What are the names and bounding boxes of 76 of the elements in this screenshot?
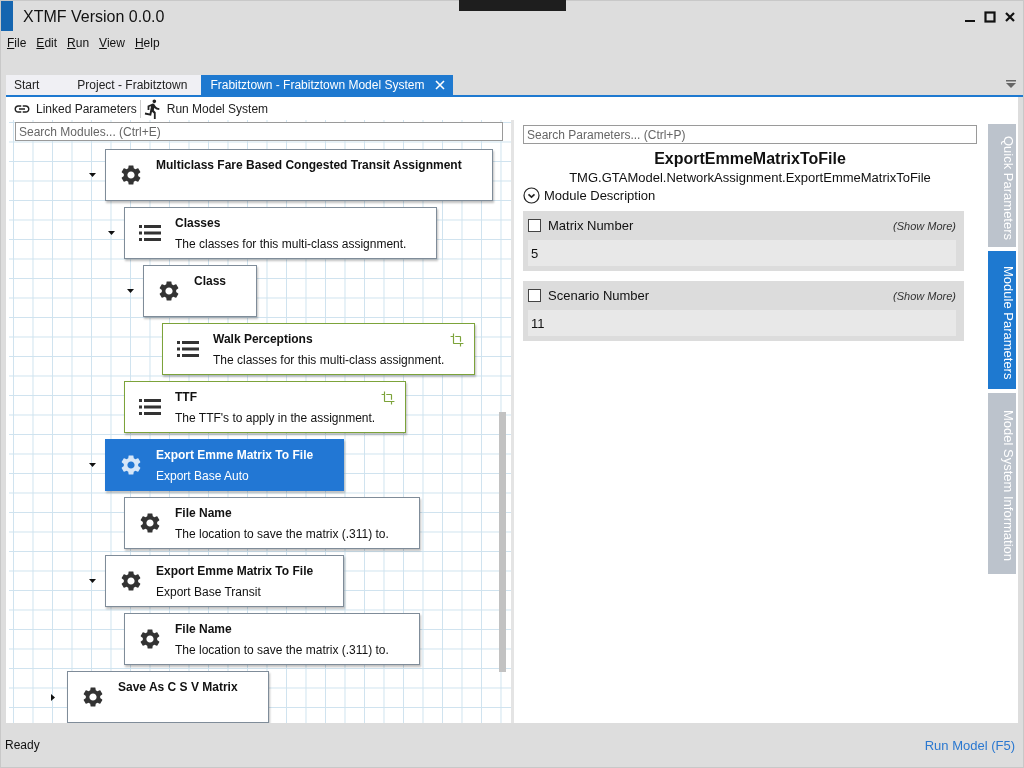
tab[interactable]: Project - Frabitztown xyxy=(69,75,202,95)
module-node[interactable]: Multiclass Fare Based Congested Transit Assignment xyxy=(105,149,493,201)
node-title: File Name xyxy=(175,506,233,520)
maximize-icon[interactable] xyxy=(983,9,997,24)
module-node[interactable]: Classes The classes for this multi-class assignment. xyxy=(124,207,438,259)
module-name: ExportEmmeMatrixToFile xyxy=(653,150,847,168)
node-title: Class xyxy=(194,274,227,288)
show-more-link[interactable]: (Show More) xyxy=(893,289,956,302)
menu-item[interactable]: View xyxy=(99,36,125,54)
tab[interactable]: Start xyxy=(6,75,70,95)
parameter-name: Scenario Number xyxy=(548,288,650,303)
gear-icon xyxy=(157,279,181,303)
menu-item[interactable]: Edit xyxy=(36,36,58,54)
node-title: Save As C S V Matrix xyxy=(118,680,238,694)
module-type: TMG.GTAModel.NetworkAssignment.ExportEmmeMatrixToFile xyxy=(568,170,932,185)
chevron-down-icon xyxy=(523,187,540,204)
node-title: Classes xyxy=(175,216,222,230)
module-node[interactable]: File Name The location to save the matrix (.311) to. xyxy=(124,497,420,549)
gear-icon xyxy=(119,163,143,187)
menu-item[interactable]: File xyxy=(7,36,27,54)
gear-icon xyxy=(81,685,105,709)
linked-parameters-button[interactable]: Linked Parameters xyxy=(10,97,140,120)
node-title: Export Emme Matrix To File xyxy=(156,448,314,462)
gear-icon xyxy=(119,453,143,477)
crop-icon xyxy=(381,391,396,405)
gear-icon xyxy=(138,511,162,535)
node-description: The classes for this multi-class assignment. xyxy=(175,237,407,251)
caret-down-icon[interactable] xyxy=(127,289,134,293)
caret-down-icon[interactable] xyxy=(108,231,115,235)
module-node[interactable]: Save As C S V Matrix xyxy=(67,671,269,723)
node-title: TTF xyxy=(175,390,198,404)
node-title: File Name xyxy=(175,622,233,636)
parameter-name: Matrix Number xyxy=(548,218,634,233)
caret-down-icon[interactable] xyxy=(89,579,96,583)
run-model-system-button[interactable]: Run Model System xyxy=(140,97,272,120)
search-field[interactable]: Search Modules... (Ctrl+E) xyxy=(15,122,503,141)
menu-item[interactable]: Run xyxy=(67,36,90,54)
menu-item[interactable]: Help xyxy=(134,36,160,54)
tab[interactable]: Frabitztown - Frabitztown Model System xyxy=(201,75,454,95)
close-icon[interactable] xyxy=(1003,9,1017,24)
caret-down-icon[interactable] xyxy=(89,463,96,467)
show-more-link[interactable]: (Show More) xyxy=(893,219,956,232)
node-description: The location to save the matrix (.311) to. xyxy=(175,643,389,657)
node-description: The location to save the matrix (.311) to. xyxy=(175,527,389,541)
search-field[interactable]: Search Parameters... (Ctrl+P) xyxy=(523,125,977,144)
node-title: Walk Perceptions xyxy=(213,332,314,346)
module-node[interactable]: Export Emme Matrix To File Export Base Auto xyxy=(105,439,345,491)
module-node[interactable]: File Name The location to save the matrix (.311) to. xyxy=(124,613,420,665)
caret-down-icon[interactable] xyxy=(89,173,96,177)
node-title: Multiclass Fare Based Congested Transit Assignment xyxy=(156,158,462,172)
module-node[interactable]: Walk Perceptions The classes for this multi-class assignment. xyxy=(162,323,476,375)
drag-handle[interactable] xyxy=(459,0,566,11)
node-description: The classes for this multi-class assignment. xyxy=(213,353,445,367)
checkbox[interactable] xyxy=(528,219,541,232)
status-text: Ready xyxy=(5,738,40,752)
app-logo-icon xyxy=(1,1,13,31)
crop-icon xyxy=(450,333,465,347)
module-description-toggle[interactable]: Module Description xyxy=(523,187,656,204)
module-node[interactable]: Export Emme Matrix To File Export Base Transit xyxy=(105,555,345,607)
node-description: The TTF's to apply in the assignment. xyxy=(175,411,376,425)
node-description: Export Base Auto xyxy=(156,469,250,483)
node-title: Export Emme Matrix To File xyxy=(156,564,314,578)
side-tab[interactable]: Module Parameters xyxy=(988,251,1016,389)
module-node[interactable]: Class xyxy=(143,265,258,317)
gear-icon xyxy=(119,569,143,593)
module-node[interactable]: TTF The TTF's to apply in the assignment. xyxy=(124,381,407,433)
scrollbar-thumb[interactable] xyxy=(499,412,506,672)
checkbox[interactable] xyxy=(528,289,541,302)
tab-overflow-icon[interactable] xyxy=(1005,79,1017,89)
value-field[interactable]: 11 xyxy=(528,310,956,336)
node-description: Export Base Transit xyxy=(156,585,262,599)
value-field[interactable]: 5 xyxy=(528,240,956,266)
running-figure-icon xyxy=(143,98,162,119)
gear-icon xyxy=(138,627,162,651)
caret-right-icon[interactable] xyxy=(51,693,55,701)
window-title: XTMF Version 0.0.0 xyxy=(23,7,165,26)
